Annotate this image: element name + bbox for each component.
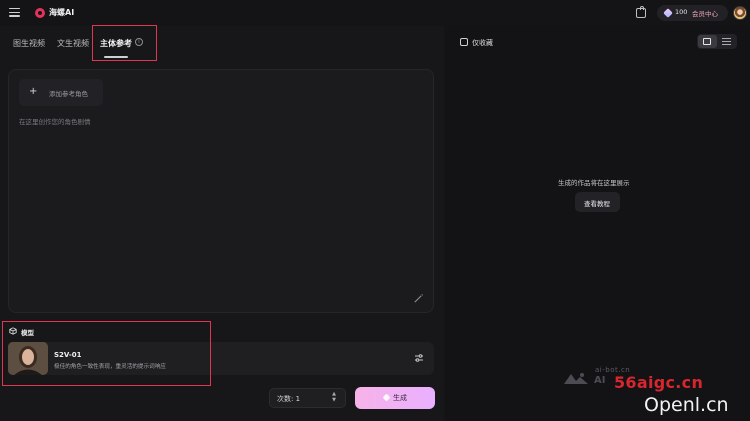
- hamburger-menu-icon[interactable]: [9, 8, 20, 17]
- brand-name[interactable]: 海螺AI: [49, 7, 74, 18]
- grid-view-icon: [703, 38, 711, 45]
- favorites-checkbox[interactable]: [460, 38, 468, 46]
- settings-sliders-icon[interactable]: [414, 353, 424, 363]
- empty-state-text: 生成的作品将在这里展示: [558, 179, 630, 187]
- list-view-icon[interactable]: [722, 38, 731, 45]
- results-panel: [446, 26, 750, 421]
- watermark-red: 56aigc.cn: [614, 373, 704, 392]
- plus-icon: +: [29, 86, 38, 97]
- credits-count: 100: [675, 8, 688, 16]
- user-avatar[interactable]: [733, 6, 747, 20]
- view-tutorial-label: 查看教程: [584, 200, 610, 208]
- brand-logo-icon[interactable]: [35, 8, 45, 18]
- gift-icon[interactable]: [636, 6, 646, 18]
- count-stepper-icon[interactable]: ▲ ▼: [330, 391, 338, 405]
- prompt-placeholder: 在这里创作您的角色剧情: [19, 118, 91, 126]
- member-center-link[interactable]: 会员中心: [692, 8, 718, 18]
- annotation-highlight-tabs: [92, 25, 157, 61]
- magic-wand-icon[interactable]: [413, 293, 424, 304]
- watermark-ai: AI: [594, 375, 606, 386]
- watermark-openl: Openl.cn: [644, 394, 729, 416]
- tab-text-to-video[interactable]: 文生视频: [57, 38, 89, 49]
- watermark-logo-icon: [564, 373, 588, 384]
- tab-image-to-video[interactable]: 图生视频: [13, 38, 45, 49]
- add-reference-label: 添加参考角色: [49, 90, 88, 98]
- count-label: 次数: 1: [277, 395, 301, 403]
- favorites-label[interactable]: 仅收藏: [472, 38, 493, 48]
- annotation-highlight-model: [2, 321, 211, 386]
- generate-label: 生成: [393, 394, 407, 402]
